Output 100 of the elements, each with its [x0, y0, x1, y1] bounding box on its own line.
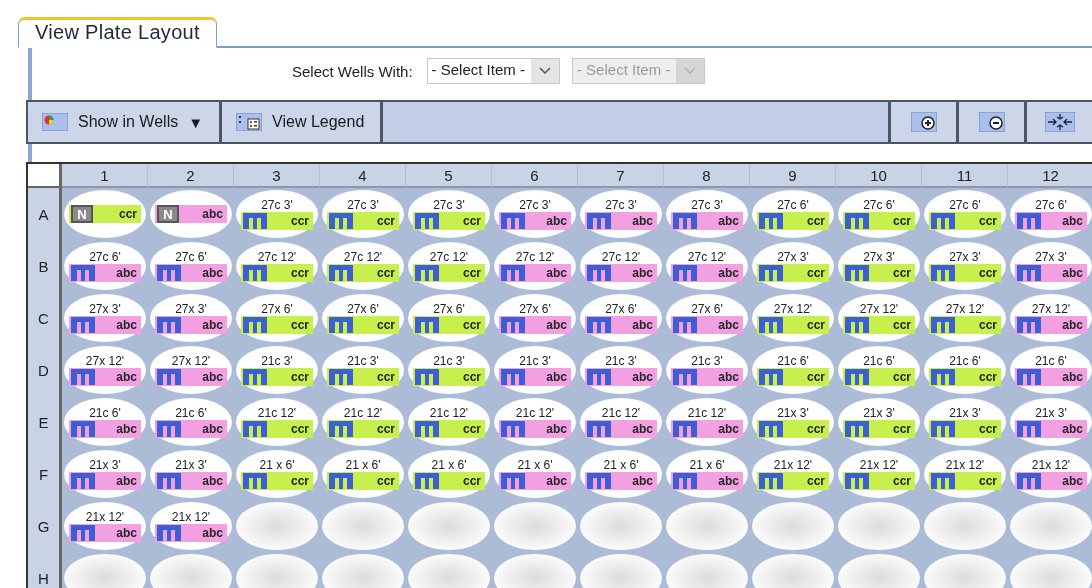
well[interactable]: 21x 3' abc [64, 450, 146, 498]
well[interactable]: 21x 3' abc [150, 450, 232, 498]
well[interactable]: 27c 6' ccr [924, 190, 1006, 238]
empty-well[interactable] [666, 554, 748, 588]
empty-well[interactable] [1010, 554, 1092, 588]
well[interactable]: 27c 6' ccr [838, 190, 920, 238]
well[interactable]: 21x 3' ccr [838, 398, 920, 446]
well[interactable]: 27x 6' ccr [408, 294, 490, 342]
well[interactable]: 27x 12' abc [64, 346, 146, 394]
well[interactable]: 27c 3' abc [494, 190, 576, 238]
well[interactable]: 21 x 6' abc [494, 450, 576, 498]
well[interactable]: 27c 12' abc [494, 242, 576, 290]
well[interactable]: 21 x 6' ccr [236, 450, 318, 498]
empty-well[interactable] [1010, 502, 1092, 550]
well[interactable]: 27c 12' abc [666, 242, 748, 290]
comb-icon [329, 316, 353, 333]
well[interactable]: 21c 6' abc [1010, 346, 1092, 394]
well[interactable]: 27x 6' ccr [236, 294, 318, 342]
well[interactable]: 21c 6' ccr [752, 346, 834, 394]
well[interactable]: 27c 6' abc [1010, 190, 1092, 238]
well-title: 27x 3' [777, 250, 809, 264]
well[interactable]: 21x 12' ccr [838, 450, 920, 498]
well[interactable]: 21c 3' ccr [408, 346, 490, 394]
well[interactable]: 21 x 6' abc [580, 450, 662, 498]
well[interactable]: 27x 12' abc [1010, 294, 1092, 342]
well[interactable]: 27x 12' ccr [924, 294, 1006, 342]
well[interactable]: 21c 12' abc [580, 398, 662, 446]
well[interactable]: 21c 6' abc [150, 398, 232, 446]
well[interactable]: N ccr [64, 190, 146, 238]
empty-well[interactable] [150, 554, 232, 588]
well[interactable]: 21c 3' abc [666, 346, 748, 394]
well[interactable]: 21x 3' abc [1010, 398, 1092, 446]
well[interactable]: 21c 3' ccr [236, 346, 318, 394]
well[interactable]: 21c 6' ccr [924, 346, 1006, 394]
well[interactable]: 27c 6' abc [64, 242, 146, 290]
well[interactable]: 27x 3' abc [1010, 242, 1092, 290]
empty-well[interactable] [236, 554, 318, 588]
well[interactable]: 21c 12' ccr [236, 398, 318, 446]
well[interactable]: 27c 3' ccr [322, 190, 404, 238]
well[interactable]: 21 x 6' abc [666, 450, 748, 498]
well[interactable]: 21 x 6' ccr [322, 450, 404, 498]
tab[interactable]: View Plate Layout [18, 17, 217, 48]
well[interactable]: 27c 3' abc [580, 190, 662, 238]
well[interactable]: 21x 3' ccr [752, 398, 834, 446]
well[interactable]: 21 x 6' ccr [408, 450, 490, 498]
well[interactable]: 21c 12' ccr [322, 398, 404, 446]
well[interactable]: 27c 12' abc [580, 242, 662, 290]
well[interactable]: 27x 12' ccr [838, 294, 920, 342]
dropdown[interactable]: - Select Item - [426, 58, 560, 84]
well[interactable]: 27c 3' ccr [408, 190, 490, 238]
well[interactable]: 21c 3' abc [580, 346, 662, 394]
well[interactable]: 27x 6' abc [494, 294, 576, 342]
well[interactable]: 27x 3' ccr [924, 242, 1006, 290]
well[interactable]: 27x 12' abc [150, 346, 232, 394]
empty-well[interactable] [752, 554, 834, 588]
well[interactable]: 27x 3' ccr [752, 242, 834, 290]
view-legend-button[interactable]: View Legend [222, 102, 384, 142]
well[interactable]: 27c 3' abc [666, 190, 748, 238]
well-title: 21x 12' [945, 458, 985, 472]
well[interactable]: 27x 6' abc [666, 294, 748, 342]
well[interactable]: 21c 12' ccr [408, 398, 490, 446]
well[interactable]: 27c 6' abc [150, 242, 232, 290]
well[interactable]: 21c 6' abc [64, 398, 146, 446]
empty-well[interactable] [580, 554, 662, 588]
well[interactable]: 27x 3' abc [150, 294, 232, 342]
fit-button[interactable] [1024, 102, 1092, 142]
well[interactable]: 21c 3' abc [494, 346, 576, 394]
well[interactable]: 27c 12' ccr [408, 242, 490, 290]
well[interactable]: 27c 6' ccr [752, 190, 834, 238]
well[interactable]: 21c 12' abc [666, 398, 748, 446]
zoom-in-button[interactable] [888, 102, 956, 142]
well[interactable]: 21x 12' abc [64, 502, 146, 550]
zoom-out-button[interactable] [956, 102, 1024, 142]
well[interactable]: 21x 12' abc [150, 502, 232, 550]
well[interactable]: 27x 12' ccr [752, 294, 834, 342]
empty-well[interactable] [494, 554, 576, 588]
well[interactable]: 27x 3' ccr [838, 242, 920, 290]
well[interactable]: 27x 3' abc [64, 294, 146, 342]
column-header: 3 [234, 164, 320, 188]
empty-well[interactable] [64, 554, 146, 588]
well[interactable]: 27c 3' ccr [236, 190, 318, 238]
group-tag: abc [69, 419, 141, 438]
well[interactable]: N abc [150, 190, 232, 238]
well[interactable]: 27c 12' ccr [322, 242, 404, 290]
empty-well[interactable] [924, 554, 1006, 588]
well[interactable]: 21c 6' ccr [838, 346, 920, 394]
well[interactable]: 27c 12' ccr [236, 242, 318, 290]
well[interactable]: 21c 12' abc [494, 398, 576, 446]
empty-well[interactable] [838, 554, 920, 588]
well[interactable]: 21x 12' ccr [924, 450, 1006, 498]
empty-well[interactable] [408, 554, 490, 588]
well[interactable]: 21x 12' ccr [752, 450, 834, 498]
show-in-wells-button[interactable]: Show in Wells ▼ [28, 102, 223, 142]
well-title: 21c 12' [429, 406, 469, 420]
well[interactable]: 21x 3' ccr [924, 398, 1006, 446]
empty-well[interactable] [322, 554, 404, 588]
well[interactable]: 27x 6' abc [580, 294, 662, 342]
well[interactable]: 27x 6' ccr [322, 294, 404, 342]
well[interactable]: 21c 3' ccr [322, 346, 404, 394]
well[interactable]: 21x 12' abc [1010, 450, 1092, 498]
